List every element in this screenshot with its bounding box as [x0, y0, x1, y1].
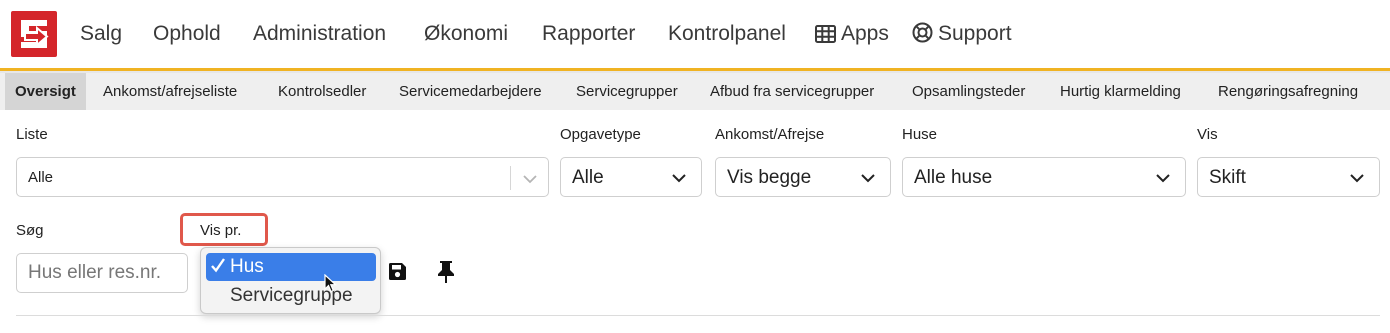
vis-value: Skift [1209, 167, 1246, 188]
tab-oversigt[interactable]: Oversigt [5, 73, 86, 110]
search-input[interactable] [16, 253, 188, 293]
nav-kontrolpanel[interactable]: Kontrolpanel [668, 22, 786, 46]
opgavetype-value: Alle [572, 167, 604, 188]
dropdown-option-hus[interactable]: Hus [206, 253, 376, 281]
vis-select[interactable]: Skift [1197, 157, 1380, 197]
search-label: Søg [16, 222, 44, 239]
tab-servicegrupper[interactable]: Servicegrupper [576, 73, 678, 110]
chevron-down-icon [522, 170, 538, 192]
nav-support[interactable]: Support [912, 22, 1012, 49]
lifebuoy-icon [912, 22, 933, 49]
chevron-down-icon [1349, 169, 1365, 191]
opgavetype-select[interactable]: Alle [560, 157, 702, 197]
top-navigation: Salg Ophold Administration Økonomi Rappo… [0, 0, 1390, 68]
dropdown-option-label: Hus [230, 256, 264, 277]
huse-value: Alle huse [914, 167, 993, 188]
pin-icon[interactable] [437, 260, 455, 288]
liste-select[interactable]: Alle [16, 157, 549, 197]
tab-kontrolsedler[interactable]: Kontrolsedler [278, 73, 366, 110]
vis-pr-label: Vis pr. [200, 222, 242, 239]
logo[interactable] [11, 11, 57, 57]
huse-label: Huse [902, 126, 938, 143]
liste-label: Liste [16, 126, 48, 143]
save-icon[interactable] [388, 262, 407, 286]
select-separator [510, 166, 511, 190]
nav-ophold[interactable]: Ophold [153, 22, 221, 46]
tab-ankomst-afrejseliste[interactable]: Ankomst/afrejseliste [103, 73, 237, 110]
vis-label: Vis [1197, 126, 1218, 143]
nav-administration[interactable]: Administration [253, 22, 386, 46]
ankomst-afrejse-value: Vis begge [727, 167, 812, 188]
checkmark-icon [210, 256, 226, 280]
section-divider [16, 315, 1380, 316]
nav-salg[interactable]: Salg [80, 22, 122, 46]
ankomst-afrejse-select[interactable]: Vis begge [715, 157, 891, 197]
tab-opsamlingsteder[interactable]: Opsamlingsteder [912, 73, 1025, 110]
tab-hurtig-klarmelding[interactable]: Hurtig klarmelding [1060, 73, 1181, 110]
ankomst-afrejse-label: Ankomst/Afrejse [715, 126, 825, 143]
chevron-down-icon [1155, 169, 1171, 191]
nav-rapporter[interactable]: Rapporter [542, 22, 635, 46]
nav-okonomi[interactable]: Økonomi [424, 22, 508, 46]
nav-apps-label: Apps [841, 22, 889, 45]
sub-navigation: Oversigt Ankomst/afrejseliste Kontrolsed… [0, 73, 1390, 110]
vis-pr-highlight: Vis pr. [180, 213, 268, 246]
chevron-down-icon [860, 169, 876, 191]
huse-select[interactable]: Alle huse [902, 157, 1186, 197]
vis-pr-dropdown[interactable]: Hus Servicegruppe [200, 247, 381, 314]
mouse-cursor-icon [324, 273, 338, 298]
opgavetype-label: Opgavetype [560, 126, 641, 143]
nav-apps[interactable]: Apps [815, 22, 889, 49]
tab-servicemedarbejdere[interactable]: Servicemedarbejdere [399, 73, 542, 110]
nav-support-label: Support [938, 22, 1012, 45]
tab-rengoringsafregning[interactable]: Rengøringsafregning [1218, 73, 1358, 110]
grid-icon [815, 25, 836, 49]
liste-value: Alle [28, 169, 54, 186]
tab-afbud-fra-servicegrupper[interactable]: Afbud fra servicegrupper [710, 73, 874, 110]
chevron-down-icon [671, 169, 687, 191]
